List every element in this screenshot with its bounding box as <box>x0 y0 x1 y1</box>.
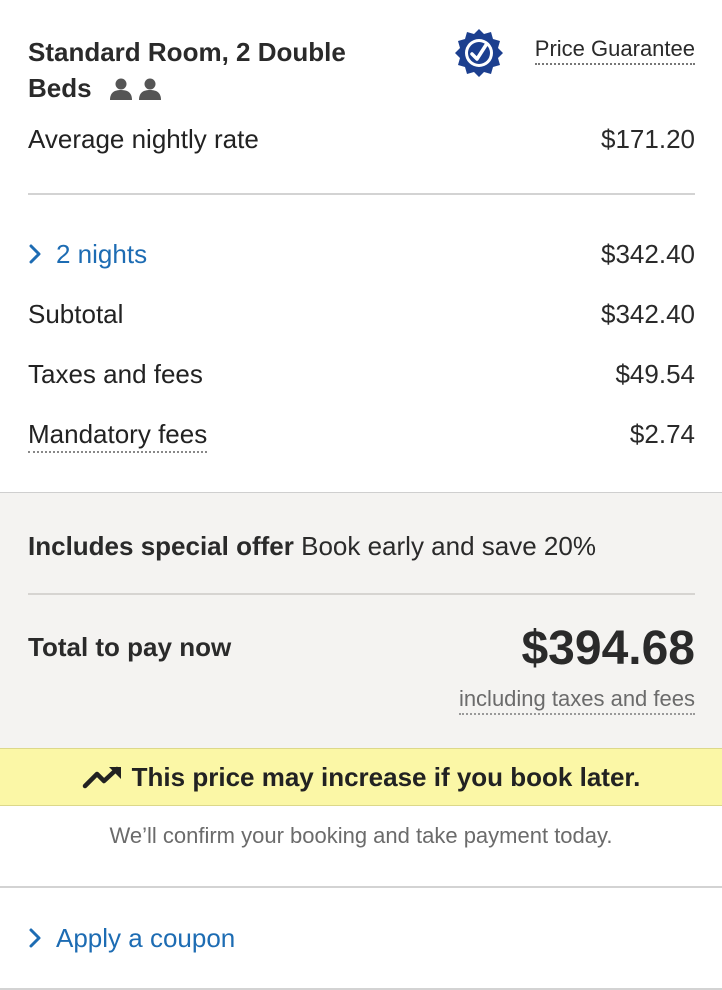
guest-icons <box>109 69 162 105</box>
special-offer-heading: Includes special offer <box>28 531 294 561</box>
confirm-text: We’ll confirm your booking and take paym… <box>109 823 613 848</box>
apply-coupon-link[interactable]: Apply a coupon <box>28 922 235 954</box>
nights-label: 2 nights <box>56 239 148 269</box>
including-taxes-note[interactable]: including taxes and fees <box>458 686 695 715</box>
person-icon <box>109 78 132 101</box>
divider <box>0 886 722 888</box>
mandatory-fees-row: Mandatory fees $2.74 <box>28 419 695 453</box>
nights-toggle[interactable]: 2 nights <box>28 239 147 269</box>
taxes-row: Taxes and fees $49.54 <box>28 359 695 389</box>
room-title-text: Standard Room, 2 Double Beds <box>28 37 346 103</box>
mandatory-fees-label[interactable]: Mandatory fees <box>28 419 208 453</box>
average-nightly-rate-row: Average nightly rate $171.20 <box>28 124 695 154</box>
trending-up-icon <box>82 766 121 789</box>
total-section: Includes special offer Book early and sa… <box>0 493 722 748</box>
total-amount: $394.68 <box>521 622 695 675</box>
taxes-label: Taxes and fees <box>28 359 203 389</box>
checkmark-badge-icon <box>454 28 504 83</box>
total-label: Total to pay now <box>28 632 232 662</box>
chevron-right-icon <box>29 244 41 264</box>
average-rate-value: $171.20 <box>601 124 695 154</box>
chevron-right-icon <box>29 928 41 948</box>
subtotal-value: $342.40 <box>601 299 695 329</box>
apply-coupon-label: Apply a coupon <box>56 923 236 953</box>
price-guarantee-link[interactable]: Price Guarantee <box>534 37 695 65</box>
mandatory-fees-value: $2.74 <box>629 419 695 449</box>
warning-text: This price may increase if you book late… <box>131 761 641 792</box>
taxes-value: $49.54 <box>615 359 695 389</box>
nights-row[interactable]: 2 nights $342.40 <box>28 239 695 269</box>
room-title: Standard Room, 2 Double Beds <box>28 34 408 108</box>
divider <box>28 193 695 195</box>
average-rate-label: Average nightly rate <box>28 124 259 154</box>
nights-value: $342.40 <box>601 239 695 269</box>
price-increase-warning: This price may increase if you book late… <box>0 748 722 806</box>
special-offer: Includes special offer Book early and sa… <box>28 531 596 561</box>
divider <box>28 593 695 595</box>
subtotal-row: Subtotal $342.40 <box>28 299 695 329</box>
special-offer-text: Book early and save 20% <box>301 531 596 561</box>
person-icon <box>139 78 162 101</box>
subtotal-label: Subtotal <box>28 299 124 329</box>
room-summary: Standard Room, 2 Double Beds Price Guara… <box>0 0 722 493</box>
